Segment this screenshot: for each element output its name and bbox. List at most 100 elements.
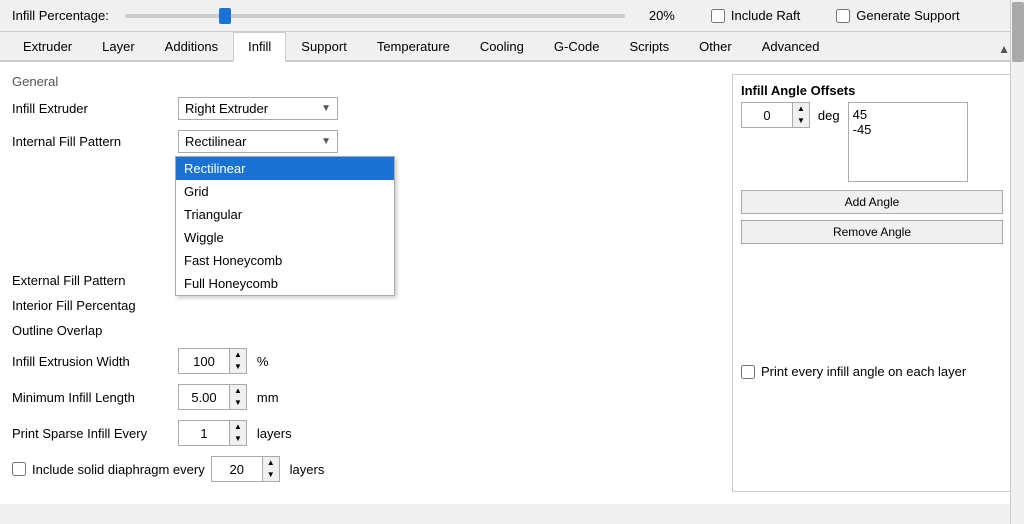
- min-infill-input: ▲ ▼: [178, 384, 247, 410]
- internal-fill-select[interactable]: Rectilinear ▼: [178, 130, 338, 153]
- include-solid-input: ▲ ▼: [211, 456, 280, 482]
- print-sparse-row: Print Sparse Infill Every ▲ ▼ layers: [12, 420, 716, 446]
- right-panel: Infill Angle Offsets ▲ ▼ deg: [732, 74, 1012, 492]
- dropdown-item-rectilinear[interactable]: Rectilinear: [176, 157, 394, 180]
- angle-number-input: ▲ ▼: [741, 102, 810, 128]
- angle-list-item[interactable]: 45: [853, 107, 963, 122]
- dropdown-item-fast-honeycomb[interactable]: Fast Honeycomb: [176, 249, 394, 272]
- dropdown-item-full-honeycomb[interactable]: Full Honeycomb: [176, 272, 394, 295]
- tabs-bar: ExtruderLayerAdditionsInfillSupportTempe…: [0, 32, 1024, 62]
- tab-additions[interactable]: Additions: [150, 32, 233, 60]
- angle-row: ▲ ▼ deg 45-45: [741, 102, 1003, 182]
- include-solid-down[interactable]: ▼: [263, 469, 279, 481]
- tab-extruder[interactable]: Extruder: [8, 32, 87, 60]
- tab-advanced[interactable]: Advanced: [747, 32, 835, 60]
- interior-fill-label: Interior Fill Percentag: [12, 298, 172, 313]
- infill-slider-container: [125, 14, 625, 18]
- infill-extruder-arrow: ▼: [321, 103, 331, 114]
- tab-layer[interactable]: Layer: [87, 32, 150, 60]
- print-every-row: Print every infill angle on each layer: [741, 364, 1003, 379]
- main-content: General Infill Extruder Right Extruder ▼…: [0, 62, 1024, 504]
- include-solid-checkbox[interactable]: [12, 462, 26, 476]
- min-infill-row: Minimum Infill Length ▲ ▼ mm: [12, 384, 716, 410]
- tab-gcode[interactable]: G-Code: [539, 32, 615, 60]
- external-fill-label: External Fill Pattern: [12, 273, 172, 288]
- internal-fill-row: Internal Fill Pattern Rectilinear ▼: [12, 130, 716, 153]
- include-raft-group: Include Raft: [711, 8, 800, 23]
- angle-list[interactable]: 45-45: [848, 102, 968, 182]
- min-infill-label: Minimum Infill Length: [12, 390, 172, 405]
- infill-extrusion-row: Infill Extrusion Width ▲ ▼ %: [12, 348, 716, 374]
- angle-field[interactable]: [742, 105, 792, 126]
- slider-track[interactable]: [125, 14, 625, 18]
- infill-extrusion-label: Infill Extrusion Width: [12, 354, 172, 369]
- infill-extrusion-input: ▲ ▼: [178, 348, 247, 374]
- internal-fill-label: Internal Fill Pattern: [12, 134, 172, 149]
- angle-list-item[interactable]: -45: [853, 122, 963, 137]
- angle-buttons: Add Angle Remove Angle: [741, 190, 1003, 244]
- min-infill-field[interactable]: [179, 387, 229, 408]
- include-solid-row: Include solid diaphragm every ▲ ▼ layers: [12, 456, 716, 482]
- angle-input-box: ▲ ▼ deg: [741, 102, 840, 128]
- infill-extrusion-field[interactable]: [179, 351, 229, 372]
- angle-up[interactable]: ▲: [793, 103, 809, 115]
- print-sparse-up[interactable]: ▲: [230, 421, 246, 433]
- include-solid-spinners: ▲ ▼: [262, 457, 279, 481]
- angle-down[interactable]: ▼: [793, 115, 809, 127]
- print-sparse-input: ▲ ▼: [178, 420, 247, 446]
- angle-spinners: ▲ ▼: [792, 103, 809, 127]
- infill-extrusion-up[interactable]: ▲: [230, 349, 246, 361]
- include-solid-unit: layers: [290, 462, 325, 477]
- infill-extrusion-spinners: ▲ ▼: [229, 349, 246, 373]
- outline-overlap-row: Outline Overlap: [12, 323, 716, 338]
- tab-other[interactable]: Other: [684, 32, 747, 60]
- min-infill-up[interactable]: ▲: [230, 385, 246, 397]
- include-raft-label: Include Raft: [731, 8, 800, 23]
- infill-extruder-select[interactable]: Right Extruder ▼: [178, 97, 338, 120]
- dropdown-item-wiggle[interactable]: Wiggle: [176, 226, 394, 249]
- print-sparse-spinners: ▲ ▼: [229, 421, 246, 445]
- generate-support-label: Generate Support: [856, 8, 959, 23]
- infill-percentage-label: Infill Percentage:: [12, 8, 109, 23]
- print-every-checkbox[interactable]: [741, 365, 755, 379]
- left-panel: General Infill Extruder Right Extruder ▼…: [12, 74, 716, 492]
- min-infill-unit: mm: [257, 390, 279, 405]
- tab-infill[interactable]: Infill: [233, 32, 286, 62]
- slider-fill: [125, 14, 225, 18]
- angle-unit: deg: [818, 108, 840, 123]
- add-angle-button[interactable]: Add Angle: [741, 190, 1003, 214]
- tab-support[interactable]: Support: [286, 32, 362, 60]
- include-raft-checkbox[interactable]: [711, 9, 725, 23]
- dropdown-item-grid[interactable]: Grid: [176, 180, 394, 203]
- generate-support-group: Generate Support: [836, 8, 959, 23]
- main-window: Infill Percentage: 20% Include Raft Gene…: [0, 0, 1024, 524]
- infill-extrusion-unit: %: [257, 354, 269, 369]
- tab-cooling[interactable]: Cooling: [465, 32, 539, 60]
- generate-support-checkbox[interactable]: [836, 9, 850, 23]
- internal-fill-arrow: ▼: [321, 136, 331, 147]
- min-infill-spinners: ▲ ▼: [229, 385, 246, 409]
- print-sparse-field[interactable]: [179, 423, 229, 444]
- remove-angle-button[interactable]: Remove Angle: [741, 220, 1003, 244]
- tab-scripts[interactable]: Scripts: [614, 32, 684, 60]
- infill-extruder-row: Infill Extruder Right Extruder ▼: [12, 97, 716, 120]
- print-every-label: Print every infill angle on each layer: [761, 364, 966, 379]
- infill-extrusion-down[interactable]: ▼: [230, 361, 246, 373]
- include-solid-up[interactable]: ▲: [263, 457, 279, 469]
- min-infill-down[interactable]: ▼: [230, 397, 246, 409]
- interior-fill-row: Interior Fill Percentag: [12, 298, 716, 313]
- print-sparse-label: Print Sparse Infill Every: [12, 426, 172, 441]
- include-solid-field[interactable]: [212, 459, 262, 480]
- print-sparse-unit: layers: [257, 426, 292, 441]
- percentage-value: 20%: [649, 8, 675, 23]
- infill-extruder-value: Right Extruder: [185, 101, 268, 116]
- scrollbar: [1010, 62, 1024, 504]
- dropdown-item-triangular[interactable]: Triangular: [176, 203, 394, 226]
- slider-thumb[interactable]: [219, 8, 231, 24]
- print-sparse-down[interactable]: ▼: [230, 433, 246, 445]
- tab-temperature[interactable]: Temperature: [362, 32, 465, 60]
- infill-angle-section: ▲ ▼ deg 45-45 Add Angle Remove Angle: [741, 102, 1003, 379]
- fill-pattern-dropdown: RectilinearGridTriangularWiggleFast Hone…: [175, 156, 395, 296]
- internal-fill-value: Rectilinear: [185, 134, 246, 149]
- general-section-title: General: [12, 74, 716, 89]
